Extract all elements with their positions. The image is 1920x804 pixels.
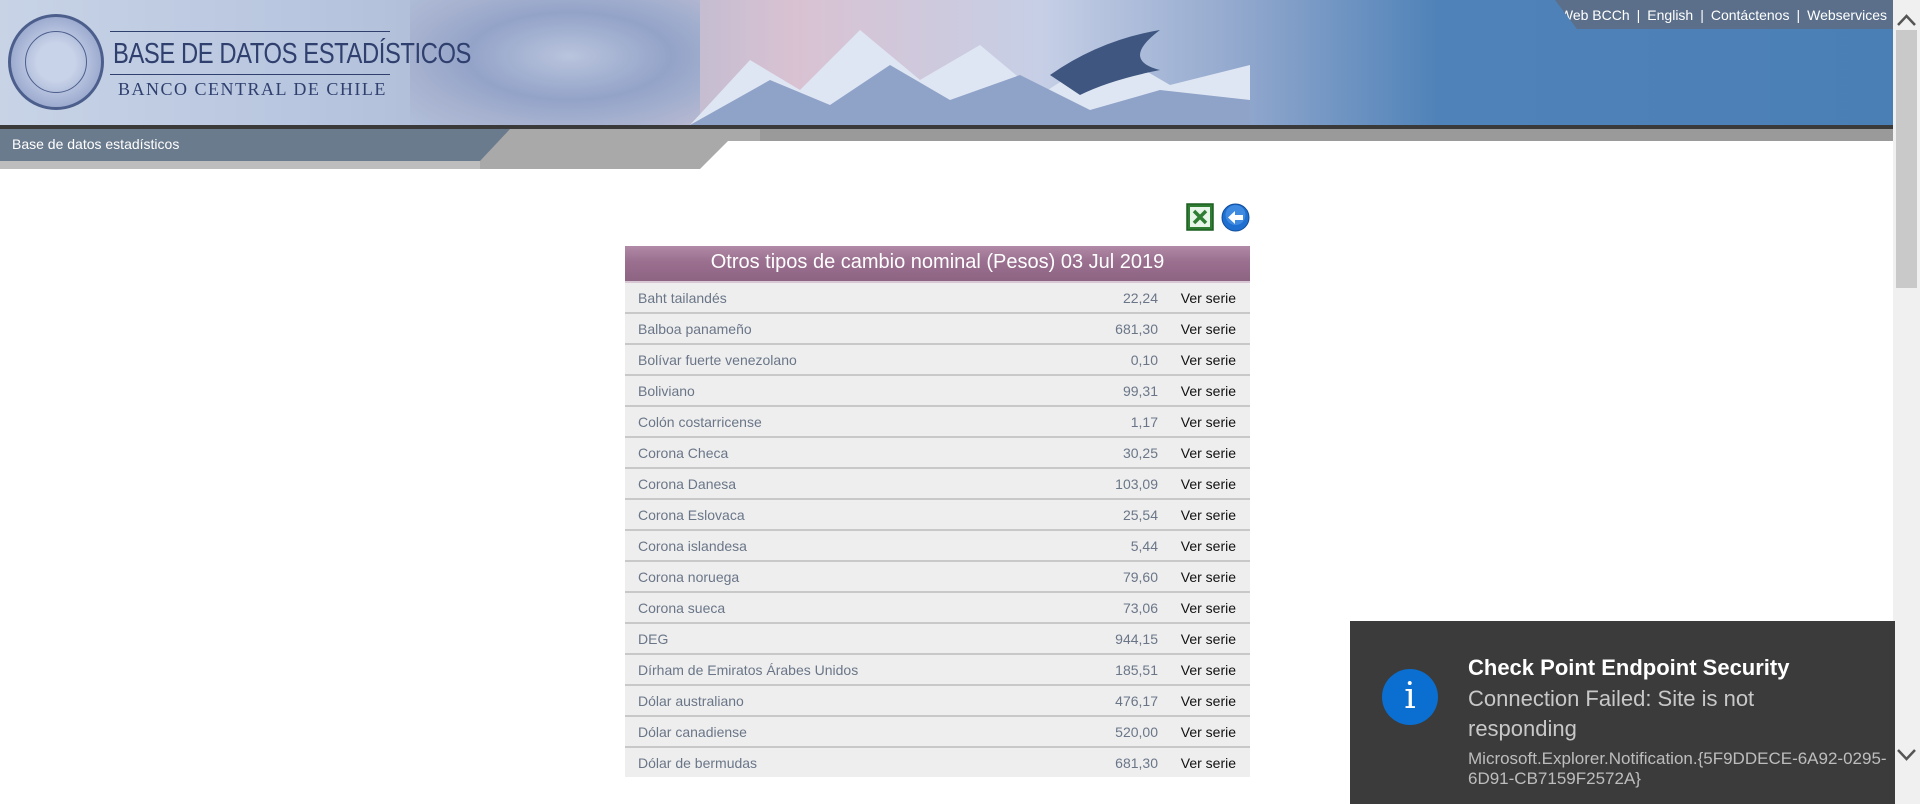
currency-name: Corona Eslovaca (638, 507, 745, 523)
exchange-rate-value: 73,06 (1122, 600, 1158, 616)
currency-name: Corona Danesa (638, 476, 737, 492)
table-row: Colón costarricense 1,17 Ver serie (625, 407, 1250, 438)
link-webservices[interactable]: Webservices (1807, 7, 1887, 23)
ver-serie-link[interactable]: Ver serie (1181, 631, 1236, 647)
currency-name: Dólar australiano (638, 693, 744, 709)
table-row: DEG 944,15 Ver serie (625, 624, 1250, 655)
banknote-mountains-image (690, 30, 1250, 125)
ver-serie-link[interactable]: Ver serie (1181, 383, 1236, 399)
table-body: Baht tailandés 22,24 Ver serie Balboa panam… (625, 283, 1250, 777)
ver-serie-link[interactable]: Ver serie (1181, 507, 1236, 523)
site-banner: BASE DE DATOS ESTADÍSTICOS BANCO CENTRAL… (0, 0, 1893, 125)
currency-name: Dólar de bermudas (638, 755, 758, 771)
security-notification-toast[interactable]: i Check Point Endpoint Security Connecti… (1350, 621, 1895, 804)
scroll-up-icon[interactable] (1893, 8, 1920, 32)
currency-name: Baht tailandés (638, 290, 727, 306)
notification-title: Check Point Endpoint Security (1468, 655, 1790, 680)
site-title: BASE DE DATOS ESTADÍSTICOS (113, 38, 472, 70)
exchange-rate-value: 30,25 (1122, 445, 1158, 461)
exchange-rate-value: 103,09 (1115, 476, 1158, 492)
currency-name: Corona Checa (638, 445, 729, 461)
nav-gray-tab (460, 129, 760, 169)
bank-seal-logo (8, 14, 104, 110)
exchange-rate-value: 99,31 (1122, 383, 1158, 399)
back-arrow-icon (1221, 203, 1250, 232)
info-icon: i (1382, 669, 1438, 725)
exchange-rate-value: 185,51 (1115, 662, 1158, 678)
site-subtitle: BANCO CENTRAL DE CHILE (118, 79, 387, 99)
ver-serie-link[interactable]: Ver serie (1181, 755, 1236, 771)
link-english[interactable]: English (1647, 7, 1693, 23)
exchange-rate-value: 22,24 (1122, 290, 1158, 306)
exchange-rate-value: 25,54 (1122, 507, 1158, 523)
logo-rule-top (110, 31, 390, 32)
ver-serie-link[interactable]: Ver serie (1181, 414, 1236, 430)
table-row: Corona noruega 79,60 Ver serie (625, 562, 1250, 593)
nav-tab-underline (0, 161, 480, 169)
top-links: Web BCCh | English | Contáctenos | Webse… (1555, 0, 1893, 29)
table-row: Dírham de Emiratos Árabes Unidos 185,51 Ve… (625, 655, 1250, 686)
table-row: Balboa panameño 681,30 Ver serie (625, 314, 1250, 345)
link-separator: | (1636, 6, 1641, 23)
ver-serie-link[interactable]: Ver serie (1181, 662, 1236, 678)
notification-message: Connection Failed: Site is not respondin… (1468, 686, 1755, 741)
exchange-rates-table: Otros tipos de cambio nominal (Pesos) 03… (625, 246, 1250, 777)
vertical-scroll-thumb[interactable] (1896, 30, 1917, 288)
table-row: Baht tailandés 22,24 Ver serie (625, 283, 1250, 314)
table-row: Boliviano 99,31 Ver serie (625, 376, 1250, 407)
exchange-rate-value: 1,17 (1130, 414, 1158, 430)
table-row: Corona Checa 30,25 Ver serie (625, 438, 1250, 469)
currency-name: Corona islandesa (638, 538, 747, 554)
exchange-rate-value: 476,17 (1115, 693, 1158, 709)
exchange-rate-value: 520,00 (1115, 724, 1158, 740)
currency-name: Colón costarricense (638, 414, 762, 430)
exchange-rate-value: 944,15 (1115, 631, 1158, 647)
ver-serie-link[interactable]: Ver serie (1181, 569, 1236, 585)
ver-serie-link[interactable]: Ver serie (1181, 724, 1236, 740)
currency-name: Corona noruega (638, 569, 740, 585)
table-row: Corona sueca 73,06 Ver serie (625, 593, 1250, 624)
ver-serie-link[interactable]: Ver serie (1181, 290, 1236, 306)
link-separator: | (1700, 6, 1704, 23)
currency-name: Dírham de Emiratos Árabes Unidos (638, 662, 859, 678)
nav-right-bar (740, 129, 1893, 141)
exchange-rate-value: 0,10 (1130, 352, 1158, 368)
exchange-rate-value: 79,60 (1122, 569, 1158, 585)
table-row: Dólar australiano 476,17 Ver serie (625, 686, 1250, 717)
currency-name: Corona sueca (638, 600, 726, 616)
excel-export-icon (1186, 203, 1214, 231)
excel-export-button[interactable] (1186, 203, 1214, 231)
exchange-rate-value: 681,30 (1115, 755, 1158, 771)
table-row: Corona Danesa 103,09 Ver serie (625, 469, 1250, 500)
exchange-rate-value: 681,30 (1115, 321, 1158, 337)
exchange-rate-value: 5,44 (1130, 538, 1158, 554)
table-title: Otros tipos de cambio nominal (Pesos) 03… (625, 246, 1250, 283)
ver-serie-link[interactable]: Ver serie (1181, 538, 1236, 554)
vertical-scrollbar[interactable] (1893, 0, 1920, 804)
back-button[interactable] (1221, 203, 1250, 232)
logo-rule-bottom (110, 74, 390, 75)
ver-serie-link[interactable]: Ver serie (1181, 445, 1236, 461)
currency-name: Dólar canadiense (638, 724, 747, 740)
ver-serie-link[interactable]: Ver serie (1181, 600, 1236, 616)
table-row: Corona Eslovaca 25,54 Ver serie (625, 500, 1250, 531)
ver-serie-link[interactable]: Ver serie (1181, 476, 1236, 492)
breadcrumb-base-de-datos[interactable]: Base de datos estadísticos (12, 136, 179, 152)
link-contactenos[interactable]: Contáctenos (1711, 7, 1790, 23)
scroll-down-icon[interactable] (1893, 743, 1920, 767)
table-row: Dólar canadiense 520,00 Ver serie (625, 717, 1250, 748)
notification-source: Microsoft.Explorer.Notification.{5F9DDEC… (1468, 749, 1887, 788)
currency-name: Bolívar fuerte venezolano (638, 352, 797, 368)
table-row: Dólar de bermudas 681,30 Ver serie (625, 748, 1250, 777)
link-separator: | (1796, 6, 1801, 23)
table-row: Corona islandesa 5,44 Ver serie (625, 531, 1250, 562)
link-web-bcch[interactable]: Web BCCh (1560, 7, 1630, 23)
ver-serie-link[interactable]: Ver serie (1181, 321, 1236, 337)
currency-name: DEG (638, 631, 669, 647)
ver-serie-link[interactable]: Ver serie (1181, 693, 1236, 709)
ver-serie-link[interactable]: Ver serie (1181, 352, 1236, 368)
table-row: Bolívar fuerte venezolano 0,10 Ver serie (625, 345, 1250, 376)
currency-name: Balboa panameño (638, 321, 752, 337)
currency-name: Boliviano (638, 383, 695, 399)
